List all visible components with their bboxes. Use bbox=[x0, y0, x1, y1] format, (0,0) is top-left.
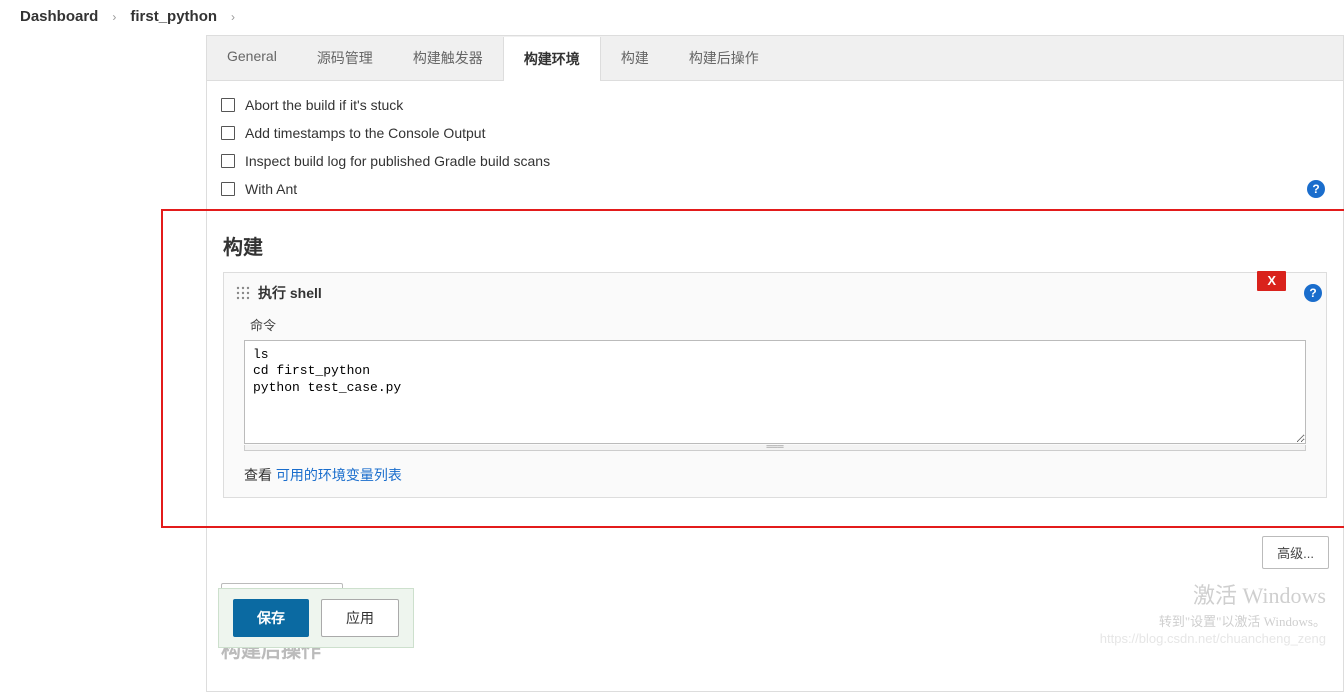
help-icon[interactable]: ? bbox=[1304, 284, 1322, 302]
tab-build[interactable]: 构建 bbox=[601, 36, 669, 80]
tab-env[interactable]: 构建环境 bbox=[503, 37, 601, 81]
env-vars-line: 查看 可用的环境变量列表 bbox=[244, 465, 1306, 485]
shell-step: 执行 shell X ? 命令 ═══ 查看 可用的环境变量列表 bbox=[223, 272, 1327, 498]
delete-step-button[interactable]: X bbox=[1257, 271, 1286, 291]
check-gradle-label: Inspect build log for published Gradle b… bbox=[245, 153, 550, 169]
shell-title: 执行 shell bbox=[258, 283, 322, 303]
tab-post[interactable]: 构建后操作 bbox=[669, 36, 779, 80]
chevron-right-icon: › bbox=[223, 10, 243, 24]
checkbox-icon[interactable] bbox=[221, 182, 235, 196]
breadcrumb-root[interactable]: Dashboard bbox=[20, 8, 98, 25]
env-vars-link[interactable]: 可用的环境变量列表 bbox=[276, 467, 402, 483]
tab-triggers[interactable]: 构建触发器 bbox=[393, 36, 503, 80]
check-ant[interactable]: With Ant ? bbox=[221, 175, 1329, 203]
apply-button[interactable]: 应用 bbox=[321, 599, 399, 637]
checkbox-icon[interactable] bbox=[221, 154, 235, 168]
tab-general[interactable]: General bbox=[207, 36, 297, 80]
checkbox-icon[interactable] bbox=[221, 98, 235, 112]
help-icon[interactable]: ? bbox=[1307, 180, 1325, 198]
breadcrumb-project[interactable]: first_python bbox=[130, 8, 217, 25]
env-prefix: 查看 bbox=[244, 467, 276, 483]
tab-scm[interactable]: 源码管理 bbox=[297, 36, 393, 80]
chevron-right-icon: › bbox=[104, 10, 124, 24]
check-timestamps-label: Add timestamps to the Console Output bbox=[245, 125, 485, 141]
command-textarea[interactable] bbox=[244, 340, 1306, 444]
check-timestamps[interactable]: Add timestamps to the Console Output bbox=[221, 119, 1329, 147]
drag-handle-icon[interactable] bbox=[236, 286, 250, 300]
shell-header: 执行 shell X ? bbox=[224, 273, 1326, 313]
build-highlight: 构建 执行 shell X ? 命令 ═══ 查看 可用的环境变量列表 bbox=[161, 209, 1344, 528]
check-ant-label: With Ant bbox=[245, 181, 297, 197]
config-tabs: General 源码管理 构建触发器 构建环境 构建 构建后操作 bbox=[206, 35, 1344, 81]
check-abort-label: Abort the build if it's stuck bbox=[245, 97, 403, 113]
resize-handle-icon[interactable]: ═══ bbox=[244, 445, 1306, 451]
advanced-button[interactable]: 高级... bbox=[1262, 536, 1329, 569]
checkbox-icon[interactable] bbox=[221, 126, 235, 140]
check-gradle[interactable]: Inspect build log for published Gradle b… bbox=[221, 147, 1329, 175]
command-label: 命令 bbox=[250, 315, 1306, 334]
build-section-title: 构建 bbox=[223, 231, 1327, 260]
action-bar: 保存 应用 bbox=[218, 588, 414, 648]
save-button[interactable]: 保存 bbox=[233, 599, 309, 637]
breadcrumb: Dashboard › first_python › bbox=[0, 0, 1344, 35]
check-abort[interactable]: Abort the build if it's stuck bbox=[221, 91, 1329, 119]
